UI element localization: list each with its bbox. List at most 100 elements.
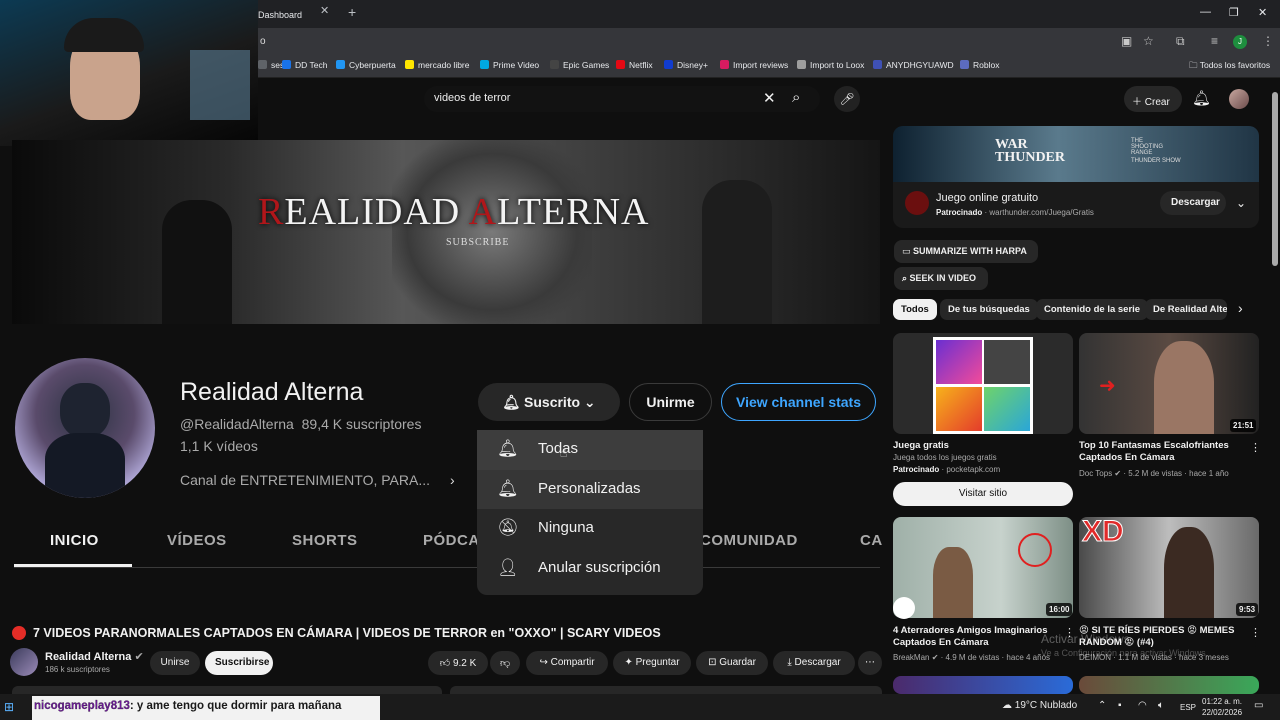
like-button[interactable]: 👍︎ 9.2 K <box>428 651 488 675</box>
channel-avatar[interactable] <box>15 358 155 498</box>
bookmark-icon: ⊡ <box>708 657 720 668</box>
extensions-icon[interactable]: ⧉ <box>1176 34 1185 49</box>
video-thumbnail[interactable] <box>893 676 1073 694</box>
clear-search-icon[interactable]: ✕ <box>763 89 776 107</box>
menu-item-ninguna[interactable]: 🔕︎ Ninguna <box>477 509 703 549</box>
tray-chevron-icon[interactable]: ⌃ <box>1098 700 1106 711</box>
video-title[interactable]: 4 Aterradores Amigos Imaginarios Captado… <box>893 625 1063 649</box>
bookmark-item[interactable]: Netflix <box>616 60 653 70</box>
thumb-xd-text: XD <box>1082 517 1125 549</box>
view-channel-stats-button[interactable]: View channel stats <box>721 383 876 421</box>
video-owner-avatar[interactable] <box>10 648 38 676</box>
ad-banner-image[interactable]: WAR THUNDER THE SHOOTING RANGE THUNDER S… <box>893 126 1259 182</box>
chevron-down-icon[interactable]: ⌄ <box>1236 196 1246 210</box>
video-title[interactable]: Juega gratis <box>893 440 1063 452</box>
chip-de-realidad[interactable]: De Realidad Alte <box>1145 299 1227 320</box>
star-icon[interactable]: ☆ <box>1143 34 1154 48</box>
subscribed-button[interactable]: 🔔︎ Suscrito ⌄ <box>478 383 620 421</box>
tab-podcasts[interactable]: PÓDCA <box>423 532 480 549</box>
chip-busquedas[interactable]: De tus búsquedas <box>940 299 1038 320</box>
close-tab-icon[interactable]: ✕ <box>320 4 329 17</box>
channel-description[interactable]: Canal de ENTRETENIMIENTO, PARA... <box>180 472 430 488</box>
visit-site-button[interactable]: Visitar sitio <box>893 482 1073 506</box>
media-icon[interactable]: ≡ <box>1211 34 1218 48</box>
minimize-icon[interactable]: — <box>1200 6 1211 18</box>
bookmark-item[interactable]: Roblox <box>960 60 999 70</box>
bookmark-item[interactable]: DD Tech <box>282 60 327 70</box>
video-thumbnail[interactable] <box>1079 676 1259 694</box>
bookmark-item[interactable]: ANYDHGYUAWD <box>873 60 954 70</box>
bookmark-item[interactable]: Import reviews <box>720 60 788 70</box>
restore-icon[interactable]: ❐ <box>1229 6 1239 19</box>
notifications-bell-icon[interactable]: 🔔︎ <box>1192 89 1211 107</box>
tray-app-icon[interactable]: ▪ <box>1118 700 1122 711</box>
video-thumbnail[interactable]: XD <box>1079 517 1259 618</box>
new-tab-icon[interactable]: + <box>348 4 356 20</box>
close-window-icon[interactable]: ✕ <box>1258 6 1267 19</box>
notification-center-icon[interactable]: ▭ <box>1254 700 1263 711</box>
bookmark-item[interactable]: Import to Loox <box>797 60 864 70</box>
bookmark-item[interactable]: Cyberpuerta <box>336 60 396 70</box>
ad-banner-text-2: THUNDER SHOW <box>1131 158 1181 164</box>
save-button[interactable]: ⊡ Guardar <box>696 651 768 675</box>
scrollbar-thumb[interactable] <box>1272 92 1278 266</box>
join-button[interactable]: Unirme <box>629 383 712 421</box>
windows-start-icon[interactable]: ⊞ <box>4 700 14 714</box>
banner-title-r: R <box>258 191 285 233</box>
bookmark-item[interactable]: Prime Video <box>480 60 539 70</box>
volume-icon[interactable]: 🔈︎ <box>1158 700 1164 711</box>
clock[interactable]: 01:22 a. m. 22/02/2026 <box>1202 696 1242 718</box>
tab-inicio[interactable]: INICIO <box>50 532 99 549</box>
video-title[interactable]: Top 10 Fantasmas Escalofriantes Captados… <box>1079 440 1239 464</box>
menu-item-personalizadas[interactable]: 🔔︎ Personalizadas <box>477 469 703 509</box>
chip-serie[interactable]: Contenido de la serie <box>1036 299 1149 320</box>
more-actions-icon[interactable]: ⋯ <box>858 651 882 675</box>
cast-icon[interactable]: ▣ <box>1121 34 1132 48</box>
seek-in-video-button[interactable]: ⌕ SEEK IN VIDEO <box>894 267 988 290</box>
tab-comunidad[interactable]: COMUNIDAD <box>700 532 798 549</box>
menu-dots-icon[interactable]: ⋮ <box>1262 34 1274 48</box>
tab-videos[interactable]: VÍDEOS <box>167 532 227 549</box>
search-icon[interactable]: ⌕ <box>792 89 800 106</box>
chip-todos[interactable]: Todos <box>893 299 937 320</box>
bookmark-item[interactable]: mercado libre <box>405 60 470 70</box>
language-indicator[interactable]: ESP <box>1180 703 1196 712</box>
chips-next-icon[interactable]: › <box>1238 300 1243 316</box>
menu-item-unsubscribe[interactable]: 👤︎ Anular suscripción <box>477 549 703 589</box>
more-options-icon[interactable]: ⋮ <box>1250 441 1261 454</box>
share-button[interactable]: ↪ Compartir <box>526 651 608 675</box>
weather-widget[interactable]: ☁ 19°C Nublado <box>1002 700 1077 711</box>
account-avatar[interactable] <box>1229 89 1249 109</box>
bookmark-label: mercado libre <box>418 60 470 70</box>
bookmark-favicon-icon <box>873 60 882 69</box>
thumb-child <box>933 547 973 618</box>
bookmark-item[interactable]: Disney+ <box>664 60 708 70</box>
subscribe-button[interactable]: Suscribirse <box>205 651 273 675</box>
ask-button[interactable]: ✦ Preguntar <box>613 651 691 675</box>
download-button[interactable]: ⤓ Descargar <box>773 651 855 675</box>
video-stats: 5.2 M de vistas · hace 1 año <box>1128 469 1229 478</box>
tab-shorts[interactable]: SHORTS <box>292 532 358 549</box>
address-bar[interactable]: o <box>260 36 266 47</box>
bookmark-label: Epic Games <box>563 60 610 70</box>
join-channel-button[interactable]: Unirse <box>150 651 200 675</box>
video-owner-name[interactable]: Realidad Alterna ✔ <box>45 650 144 663</box>
bookmark-item[interactable]: ses <box>258 60 284 70</box>
red-arrow-icon: ➜ <box>1099 375 1116 397</box>
microphone-icon[interactable]: 🎤︎ <box>834 86 860 112</box>
bookmark-item[interactable]: Epic Games <box>550 60 609 70</box>
profile-icon[interactable]: J <box>1233 35 1247 49</box>
wifi-icon[interactable]: ◠ <box>1138 700 1147 711</box>
more-options-icon[interactable]: ⋮ <box>1250 626 1261 639</box>
harpa-summarize-button[interactable]: ▭ SUMMARIZE WITH HARPA <box>894 240 1038 263</box>
avatar-body <box>45 433 125 498</box>
dislike-button[interactable]: 👎︎ <box>490 651 520 675</box>
menu-item-todas[interactable]: 🔔︎ Todas <box>477 430 703 470</box>
chevron-right-icon[interactable]: › <box>450 472 455 488</box>
create-button[interactable]: ＋ Crear <box>1124 86 1182 112</box>
tab-more[interactable]: CA <box>860 532 883 549</box>
video-thumbnail[interactable] <box>893 333 1073 434</box>
ad-download-button[interactable]: Descargar <box>1160 191 1226 215</box>
all-favorites[interactable]: 🗀 Todos los favoritos <box>1189 60 1270 74</box>
search-input[interactable]: videos de terror <box>424 86 820 112</box>
